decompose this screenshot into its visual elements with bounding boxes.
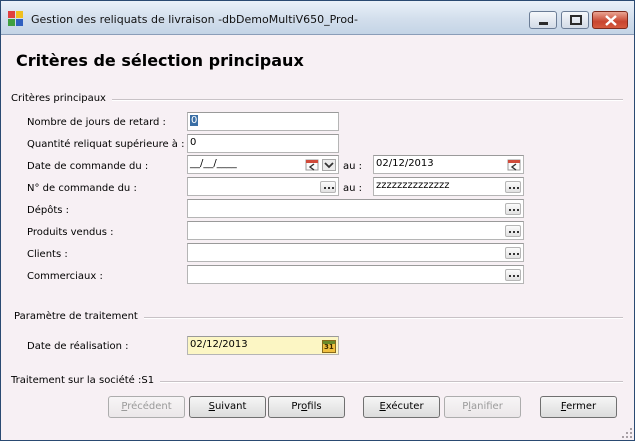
date-commande-to-value: 02/12/2013 [376,158,434,169]
profils-button[interactable]: Profils [268,396,345,418]
ellipsis-icon[interactable] [320,181,336,193]
reset-date-icon[interactable] [305,159,319,171]
executer-button[interactable]: Exécuter [363,396,440,418]
ellipsis-icon[interactable] [505,269,521,281]
clients-label: Clients : [27,249,68,260]
calendar-icon[interactable]: 31 [322,340,336,353]
fermer-button[interactable]: Fermer [540,396,617,418]
num-commande-to-input[interactable]: zzzzzzzzzzzzzz [373,177,524,196]
precedent-button[interactable]: Précédent [108,396,185,418]
close-button[interactable] [592,11,628,29]
status-text: Traitement sur la société :S1 [11,375,161,386]
jours-retard-input[interactable]: 0 [187,112,339,131]
date-commande-label: Date de commande du : [27,161,149,172]
depots-label: Dépôts : [27,205,69,216]
planifier-button[interactable]: Planifier [444,396,521,418]
date-realisation-input[interactable]: 02/12/2013 31 [187,336,339,355]
jours-retard-value: 0 [190,115,199,126]
date-realisation-label: Date de réalisation : [27,341,129,352]
ellipsis-icon[interactable] [505,181,521,193]
app-window: Gestion des reliquats de livraison -dbDe… [0,0,635,441]
section-label: Paramètre de traitement [14,311,144,322]
produits-input[interactable] [187,221,524,240]
depots-input[interactable] [187,199,524,218]
minimize-button[interactable] [529,11,557,29]
calendar-icon-text: 31 [324,343,334,351]
num-commande-from-input[interactable] [187,177,339,196]
section-parametre-traitement: Paramètre de traitement [14,311,623,323]
section-label: Critères principaux [11,93,112,104]
close-icon [605,15,617,26]
commerciaux-input[interactable] [187,265,524,284]
maximize-icon [570,15,582,25]
page-title: Critères de sélection principaux [16,51,304,70]
quantite-label: Quantité reliquat supérieure à : [27,139,185,150]
date-realisation-value: 02/12/2013 [190,339,248,350]
commerciaux-label: Commerciaux : [27,271,103,282]
ellipsis-icon[interactable] [505,247,521,259]
chevron-down-icon[interactable] [322,159,336,171]
jours-retard-label: Nombre de jours de retard : [27,117,166,128]
suivant-button[interactable]: Suivant [189,396,266,418]
date-commande-au-label: au : [343,161,363,172]
ellipsis-icon[interactable] [505,203,521,215]
app-icon [8,11,24,27]
quantite-value: 0 [190,137,197,148]
minimize-icon [539,22,548,25]
quantite-input[interactable]: 0 [187,134,339,153]
ellipsis-icon[interactable] [505,225,521,237]
resize-grip-icon[interactable] [621,427,633,439]
dialog-body: Critères de sélection principaux Critère… [1,35,634,440]
section-criteres-principaux: Critères principaux [11,93,623,105]
num-commande-to-value: zzzzzzzzzzzzzz [376,180,450,191]
title-bar[interactable]: Gestion des reliquats de livraison -dbDe… [1,1,634,35]
date-commande-from-input[interactable]: __/__/____ [187,155,339,174]
produits-label: Produits vendus : [27,227,114,238]
num-commande-au-label: au : [343,183,363,194]
calendar-back-icon[interactable] [507,159,521,171]
num-commande-label: N° de commande du : [27,183,137,194]
date-commande-from-value: __/__/____ [190,158,237,169]
clients-input[interactable] [187,243,524,262]
status-line: Traitement sur la société :S1 [11,375,623,387]
maximize-button[interactable] [561,11,589,29]
window-title: Gestion des reliquats de livraison -dbDe… [31,13,359,26]
date-commande-to-input[interactable]: 02/12/2013 [373,155,524,174]
